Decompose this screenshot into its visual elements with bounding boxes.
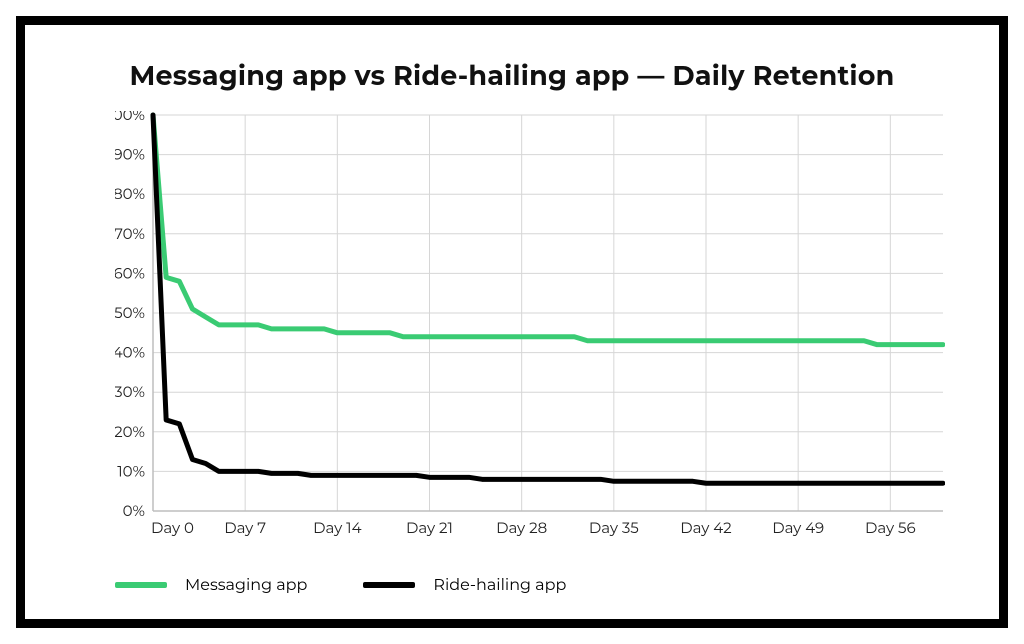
svg-text:Day 7: Day 7 xyxy=(224,518,266,537)
svg-text:Day 42: Day 42 xyxy=(680,518,731,537)
svg-text:40%: 40% xyxy=(115,343,145,362)
svg-text:30%: 30% xyxy=(115,382,145,401)
svg-text:Day 56: Day 56 xyxy=(865,518,916,537)
svg-text:50%: 50% xyxy=(115,303,145,322)
chart-legend: Messaging app Ride-hailing app xyxy=(115,571,566,599)
svg-text:Day 21: Day 21 xyxy=(406,518,453,537)
svg-text:Day 49: Day 49 xyxy=(772,518,824,537)
svg-text:Day 0: Day 0 xyxy=(151,518,194,537)
svg-text:0%: 0% xyxy=(123,501,145,520)
legend-swatch-messaging xyxy=(115,582,167,588)
legend-swatch-ridehailing xyxy=(363,582,415,588)
legend-label-messaging: Messaging app xyxy=(185,576,307,595)
svg-text:20%: 20% xyxy=(115,422,145,441)
chart-plot-area: 0%10%20%30%40%50%60%70%80%90%100%Day 0Da… xyxy=(115,111,945,511)
svg-text:70%: 70% xyxy=(115,224,145,243)
svg-text:Day 14: Day 14 xyxy=(313,518,361,537)
legend-item-ridehailing: Ride-hailing app xyxy=(363,576,566,595)
svg-text:80%: 80% xyxy=(115,184,145,203)
svg-text:60%: 60% xyxy=(115,263,145,282)
legend-label-ridehailing: Ride-hailing app xyxy=(433,576,566,595)
svg-text:Day 28: Day 28 xyxy=(496,518,547,537)
svg-text:Day 35: Day 35 xyxy=(589,518,639,537)
chart-svg: 0% 10% 20% 30% 40% 50% 60% 70% 80% 90% 100% Day 0 Da… xyxy=(115,111,945,541)
svg-text:100%: 100% xyxy=(115,111,145,124)
chart-title: Messaging app vs Ride-hailing app — Dail… xyxy=(25,59,999,92)
svg-text:90%: 90% xyxy=(115,145,145,164)
legend-item-messaging: Messaging app xyxy=(115,576,307,595)
svg-text:10%: 10% xyxy=(117,461,145,480)
chart-frame: Messaging app vs Ride-hailing app — Dail… xyxy=(16,16,1008,628)
